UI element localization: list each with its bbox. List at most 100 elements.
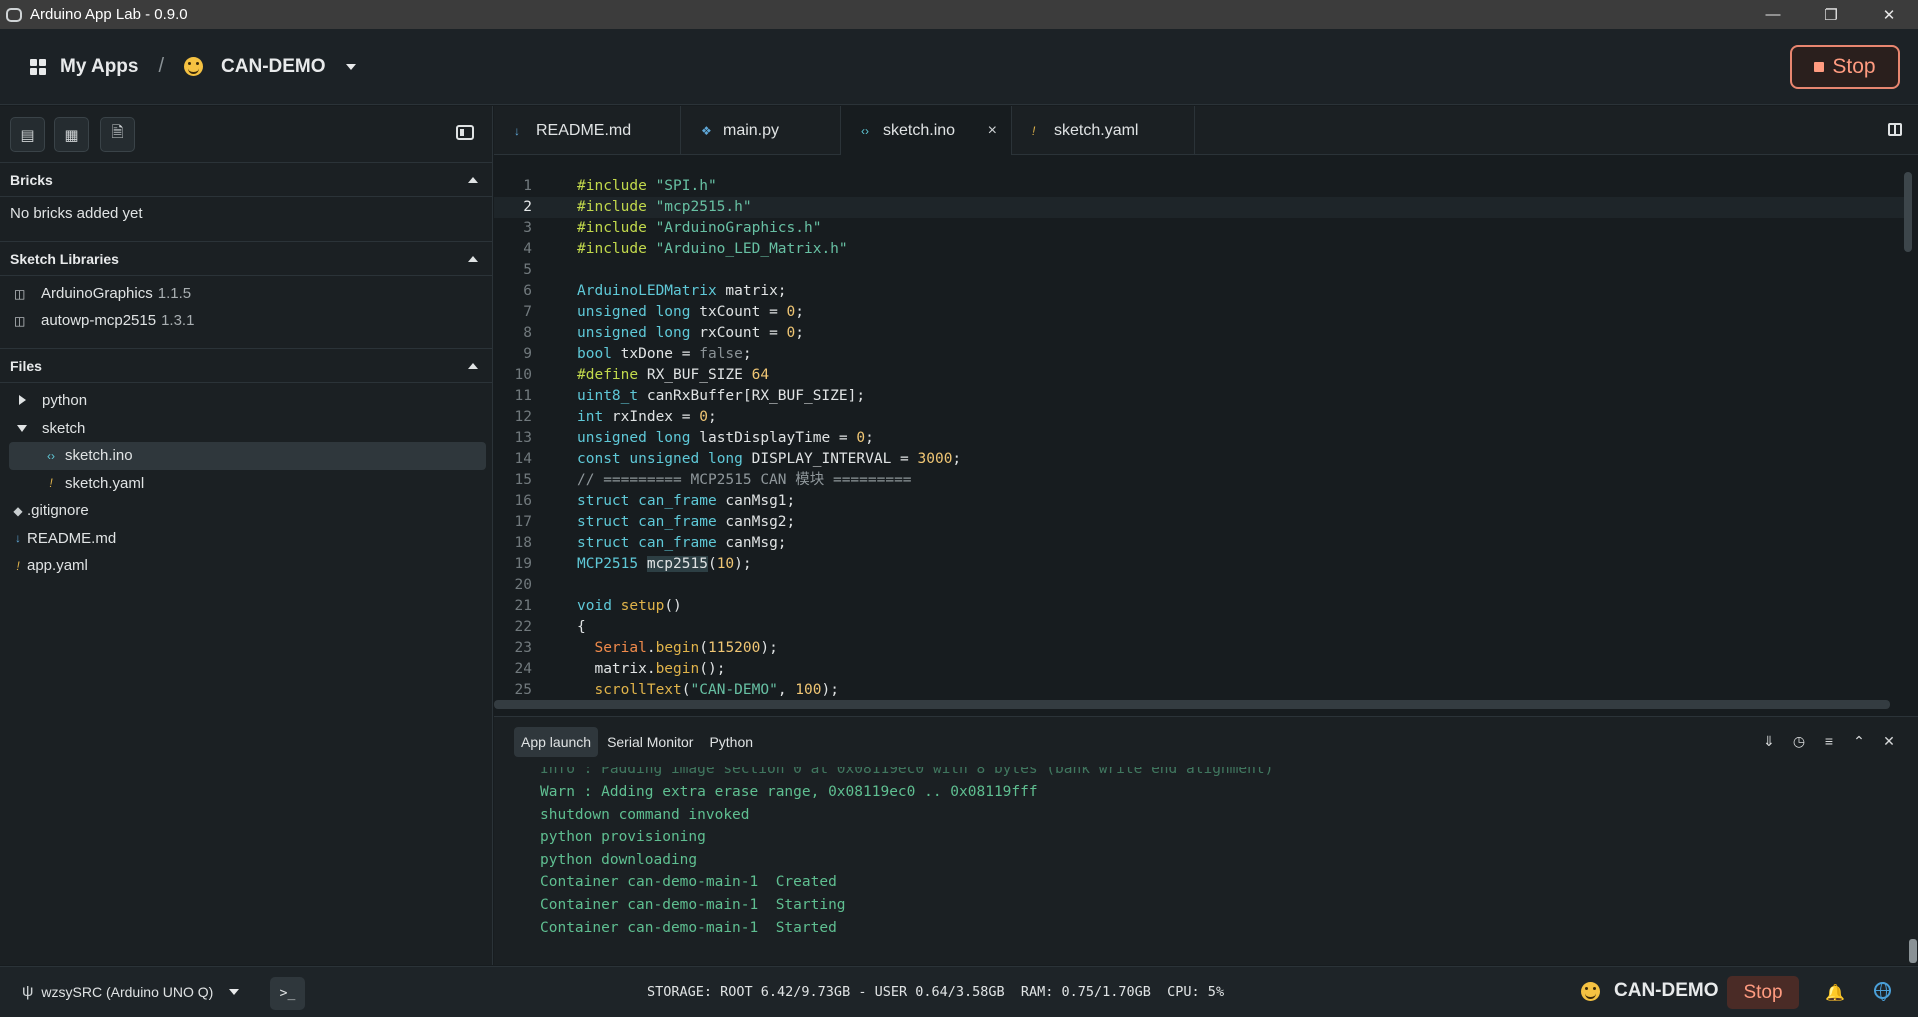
- collapse-bricks-icon[interactable]: [468, 177, 478, 183]
- line-number: 3: [523, 220, 532, 236]
- code-line[interactable]: 8 unsigned long rxCount = 0;: [494, 323, 1904, 344]
- notifications-bell-icon[interactable]: 🔔: [1825, 983, 1845, 1003]
- tab-sketch-ino[interactable]: ‹› sketch.ino ×: [841, 106, 1012, 155]
- code-line[interactable]: 12 int rxIndex = 0;: [494, 407, 1904, 428]
- code-line[interactable]: 6 ArduinoLEDMatrix matrix;: [494, 281, 1904, 302]
- library-item[interactable]: ◫ ArduinoGraphics 1.1.5: [0, 280, 492, 307]
- file-app-yaml[interactable]: ! app.yaml: [9, 552, 486, 580]
- file-sketch-ino[interactable]: ‹› sketch.ino: [9, 442, 486, 470]
- code-text: struct can_frame canMsg1;: [577, 493, 796, 509]
- clear-output-icon[interactable]: ≡: [1814, 733, 1844, 750]
- collapse-files-icon[interactable]: [468, 363, 478, 369]
- code-line[interactable]: 24 matrix.begin();: [494, 659, 1904, 680]
- code-line[interactable]: 18 struct can_frame canMsg;: [494, 533, 1904, 554]
- board-selector[interactable]: ψ wzsySRC (Arduino UNO Q): [22, 983, 240, 1001]
- code-line[interactable]: 14 const unsigned long DISPLAY_INTERVAL =…: [494, 449, 1904, 470]
- code-line[interactable]: 7 unsigned long txCount = 0;: [494, 302, 1904, 323]
- code-line[interactable]: 4 #include "Arduino_LED_Matrix.h": [494, 239, 1904, 260]
- editor-horizontal-scrollbar[interactable]: [494, 700, 1890, 709]
- code-line[interactable]: 13 unsigned long lastDisplayTime = 0;: [494, 428, 1904, 449]
- line-number: 24: [514, 661, 532, 677]
- code-text: unsigned long lastDisplayTime = 0;: [577, 430, 874, 446]
- code-line[interactable]: 11 uint8_t canRxBuffer[RX_BUF_SIZE];: [494, 386, 1904, 407]
- tab-sketch-yaml[interactable]: ! sketch.yaml: [1012, 106, 1195, 155]
- restore-icon[interactable]: ❐: [1802, 0, 1860, 29]
- line-number: 5: [523, 262, 532, 278]
- code-line[interactable]: 1 #include "SPI.h": [494, 176, 1904, 197]
- tab-serial-monitor[interactable]: Serial Monitor: [600, 727, 700, 757]
- code-line[interactable]: 21 void setup(): [494, 596, 1904, 617]
- code-line[interactable]: 23 Serial.begin(115200);: [494, 638, 1904, 659]
- code-line[interactable]: 2 #include "mcp2515.h": [494, 197, 1904, 218]
- terminal-button[interactable]: >_: [270, 977, 305, 1010]
- close-window-icon[interactable]: ✕: [1860, 0, 1918, 29]
- folder-python[interactable]: python: [9, 387, 486, 415]
- chevron-right-icon: [13, 394, 31, 408]
- code-line[interactable]: 9 bool txDone = false;: [494, 344, 1904, 365]
- code-text: scrollText("CAN-DEMO", 100);: [594, 682, 839, 698]
- language-globe-icon[interactable]: [1874, 982, 1891, 1001]
- line-number: 4: [523, 241, 532, 257]
- breadcrumb-app-name[interactable]: CAN-DEMO: [221, 56, 326, 78]
- code-line[interactable]: 25 scrollText("CAN-DEMO", 100);: [494, 680, 1904, 698]
- app-menu-chevron-down-icon[interactable]: [345, 63, 356, 70]
- bottom-panel-actions: ⇓ ◷ ≡ ⌃ ✕: [1754, 733, 1904, 750]
- file-sketch-yaml[interactable]: ! sketch.yaml: [9, 470, 486, 498]
- apps-grid-icon[interactable]: [30, 58, 46, 75]
- code-text: const unsigned long DISPLAY_INTERVAL = 3…: [577, 451, 962, 467]
- status-app: CAN-DEMO: [1581, 980, 1719, 1002]
- libraries-section-header[interactable]: Sketch Libraries: [0, 241, 492, 276]
- library-item[interactable]: ◫ autowp-mcp2515 1.3.1: [0, 307, 492, 334]
- bricks-section-header[interactable]: Bricks: [0, 162, 492, 197]
- line-number: 17: [514, 514, 532, 530]
- yaml-file-icon: !: [1032, 123, 1036, 138]
- files-section-header[interactable]: Files: [0, 348, 492, 383]
- add-file-button[interactable]: 🗎: [100, 117, 135, 152]
- split-editor-icon[interactable]: [1888, 123, 1902, 136]
- close-tab-icon[interactable]: ×: [988, 122, 997, 140]
- window-controls: — ❐ ✕: [1744, 0, 1918, 29]
- tab-app-launch[interactable]: App launch: [514, 727, 599, 757]
- app-logo-icon: [6, 7, 22, 22]
- collapse-libraries-icon[interactable]: [468, 256, 478, 262]
- code-line[interactable]: 20: [494, 575, 1904, 596]
- tab-python[interactable]: Python: [702, 727, 760, 757]
- timestamp-clock-icon[interactable]: ◷: [1784, 733, 1814, 750]
- line-number: 19: [514, 556, 532, 572]
- log-line: Container can-demo-main-1 Created: [540, 874, 837, 891]
- code-editor[interactable]: 1 #include "SPI.h" 2 #include "mcp2515.h" 3 #…: [494, 176, 1904, 698]
- toggle-sidebar-icon[interactable]: [456, 125, 474, 140]
- add-brick-button[interactable]: ▤: [10, 117, 45, 152]
- code-line[interactable]: 15 // ========= MCP2515 CAN 模块 =========: [494, 470, 1904, 491]
- minimize-icon[interactable]: —: [1744, 0, 1802, 29]
- breadcrumb-my-apps[interactable]: My Apps: [60, 56, 138, 78]
- library-add-icon: ▦: [64, 126, 79, 144]
- file-gitignore[interactable]: ◆ .gitignore: [9, 497, 486, 525]
- brick-add-icon: ▤: [20, 126, 35, 144]
- file-readme[interactable]: ↓ README.md: [9, 525, 486, 553]
- file-name: .gitignore: [27, 502, 89, 520]
- code-line[interactable]: 16 struct can_frame canMsg1;: [494, 491, 1904, 512]
- log-line: Container can-demo-main-1 Starting: [540, 896, 846, 913]
- code-line[interactable]: 3 #include "ArduinoGraphics.h": [494, 218, 1904, 239]
- log-scrollbar[interactable]: [1909, 939, 1917, 963]
- close-panel-icon[interactable]: ✕: [1874, 733, 1904, 750]
- library-book-icon: ◫: [14, 313, 26, 328]
- code-line[interactable]: 5: [494, 260, 1904, 281]
- maximize-panel-icon[interactable]: ⌃: [1844, 733, 1874, 750]
- code-line[interactable]: 22 {: [494, 617, 1904, 638]
- tab-main-py[interactable]: ❖ main.py: [681, 106, 841, 155]
- code-line[interactable]: 19 MCP2515 mcp2515(10);: [494, 554, 1904, 575]
- folder-sketch[interactable]: sketch: [9, 415, 486, 443]
- scroll-to-bottom-icon[interactable]: ⇓: [1754, 733, 1784, 750]
- stop-button[interactable]: Stop: [1790, 45, 1900, 89]
- add-library-button[interactable]: ▦: [54, 117, 89, 152]
- board-chevron-down-icon[interactable]: [229, 989, 240, 995]
- tab-readme[interactable]: ↓ README.md: [494, 106, 681, 155]
- status-stop-button[interactable]: Stop: [1727, 976, 1799, 1009]
- editor-vertical-scrollbar[interactable]: [1904, 172, 1912, 252]
- stop-square-icon: [1814, 62, 1825, 72]
- stop-button-label: Stop: [1832, 55, 1876, 78]
- code-line[interactable]: 17 struct can_frame canMsg2;: [494, 512, 1904, 533]
- code-line[interactable]: 10 #define RX_BUF_SIZE 64: [494, 365, 1904, 386]
